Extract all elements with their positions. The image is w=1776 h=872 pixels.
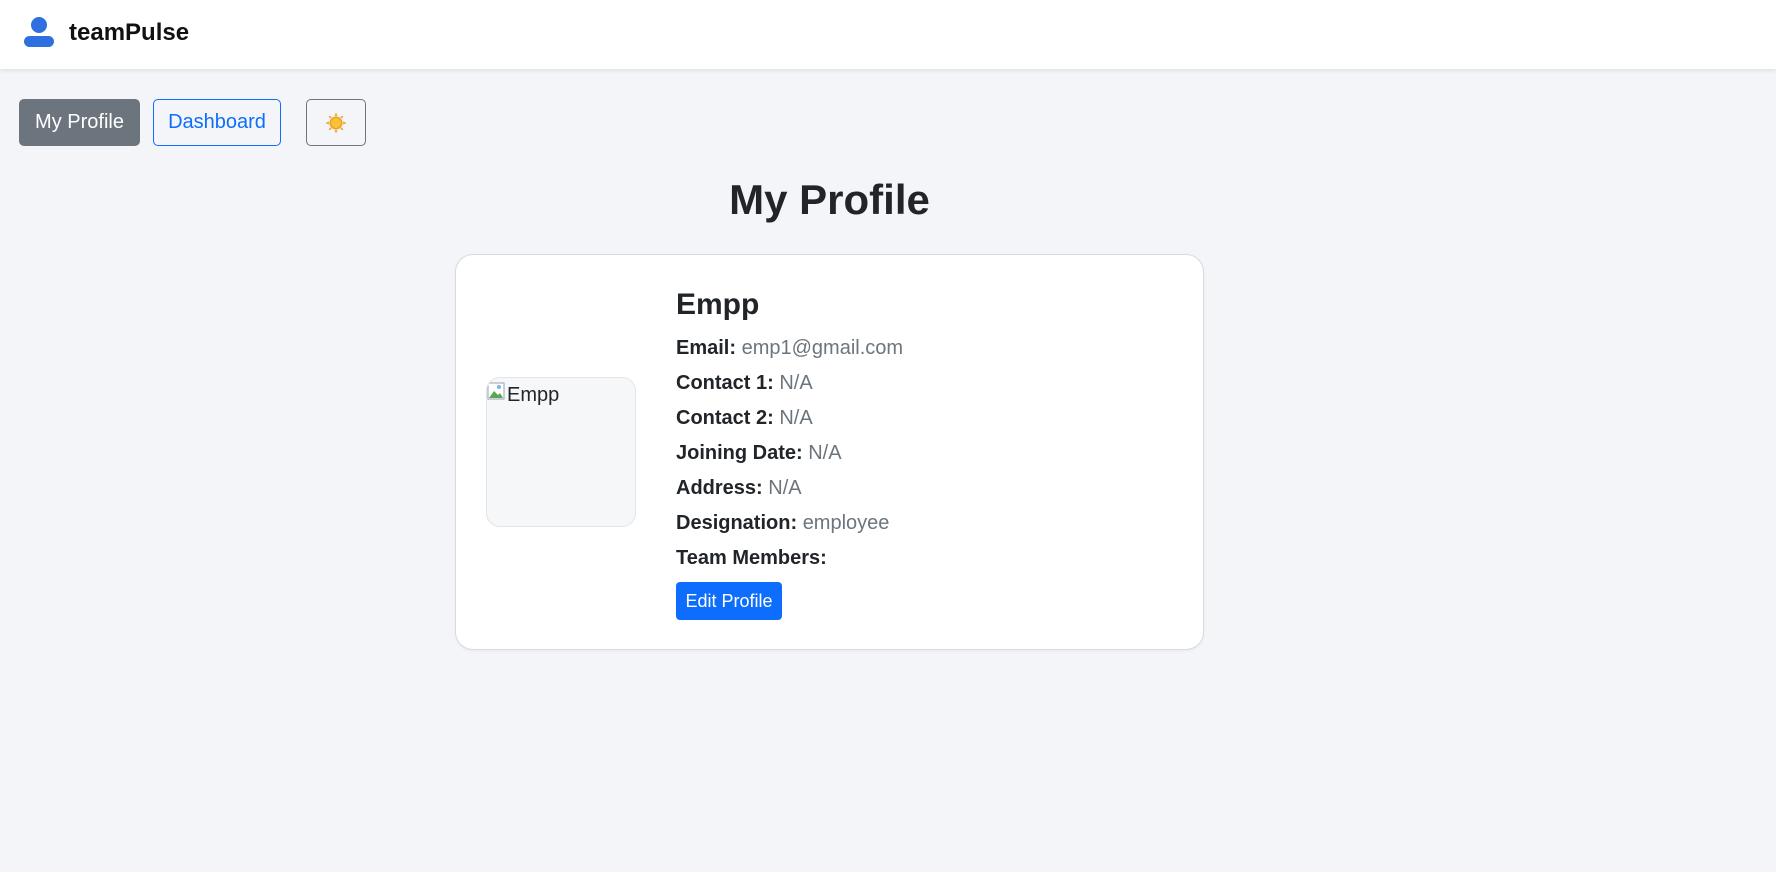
field-label: Email:: [676, 337, 737, 359]
field-contact-2: Contact 2: N/A: [676, 401, 1176, 436]
field-value: emp1@gmail.com: [741, 337, 904, 359]
profile-name: Empp: [676, 288, 760, 321]
field-value: N/A: [779, 372, 813, 394]
user-icon: [24, 17, 54, 47]
sun-icon: [325, 112, 347, 133]
field-email: Email: emp1@gmail.com: [676, 331, 1176, 366]
page-title: My Profile: [729, 176, 930, 223]
avatar: Empp: [486, 377, 636, 527]
field-label: Team Members:: [676, 547, 827, 569]
field-label: Contact 1:: [676, 372, 774, 394]
broken-image-icon: [487, 382, 505, 400]
field-value: N/A: [808, 442, 842, 464]
field-address: Address: N/A: [676, 471, 1176, 506]
field-label: Address:: [676, 477, 763, 499]
dashboard-button[interactable]: Dashboard: [153, 99, 281, 146]
edit-profile-button[interactable]: Edit Profile: [676, 582, 782, 620]
avatar-alt-text: Empp: [507, 384, 560, 406]
field-team-members: Team Members:: [676, 541, 1176, 576]
field-designation: Designation: employee: [676, 506, 1176, 541]
field-label: Joining Date:: [676, 442, 803, 464]
field-label: Designation:: [676, 512, 798, 534]
profile-card: Empp Empp Email: emp1@gmail.com Contact …: [455, 254, 1204, 650]
field-label: Contact 2:: [676, 407, 774, 429]
field-value: N/A: [768, 477, 802, 499]
top-navbar: teamPulse: [0, 0, 1776, 69]
profile-info: Empp Email: emp1@gmail.com Contact 1: N/…: [676, 285, 1176, 576]
field-value: N/A: [779, 407, 813, 429]
brand-name[interactable]: teamPulse: [69, 19, 189, 47]
field-contact-1: Contact 1: N/A: [676, 366, 1176, 401]
theme-toggle-button[interactable]: [306, 99, 366, 146]
field-joining-date: Joining Date: N/A: [676, 436, 1176, 471]
field-value: employee: [802, 512, 890, 534]
my-profile-button[interactable]: My Profile: [19, 99, 140, 146]
